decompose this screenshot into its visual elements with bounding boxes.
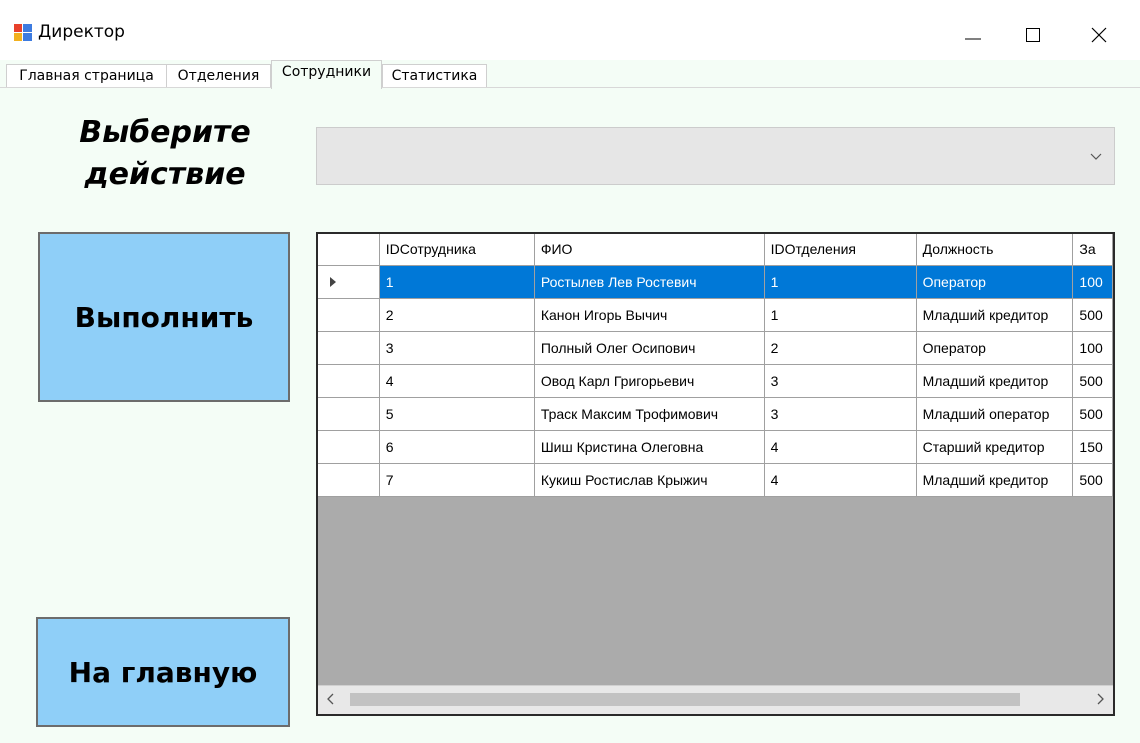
column-header-id[interactable]: IDСотрудника: [379, 234, 535, 266]
dept-id-cell[interactable]: 3: [764, 397, 917, 431]
id-cell[interactable]: 6: [379, 430, 535, 464]
scroll-left-icon[interactable]: [326, 692, 336, 706]
scrollbar-thumb[interactable]: [350, 693, 1020, 706]
chevron-down-icon: [1090, 153, 1102, 160]
tab-strip: Главная страница Отделения Сотрудники Ст…: [0, 60, 1140, 89]
id-cell[interactable]: 5: [379, 397, 535, 431]
maximize-button[interactable]: [1010, 14, 1056, 54]
id-cell[interactable]: 2: [379, 298, 535, 332]
row-header[interactable]: [318, 265, 380, 299]
close-icon: [1091, 27, 1107, 43]
position-cell[interactable]: Младший кредитор: [916, 364, 1074, 398]
dept-id-cell[interactable]: 1: [764, 298, 917, 332]
row-header[interactable]: [318, 463, 380, 497]
action-select[interactable]: [316, 127, 1115, 185]
fio-cell[interactable]: Кукиш Ростислав Крыжич: [534, 463, 765, 497]
scroll-right-icon[interactable]: [1095, 692, 1105, 706]
fio-cell[interactable]: Канон Игорь Вычич: [534, 298, 765, 332]
minimize-icon: [965, 38, 981, 40]
header-row: IDСотрудника ФИО IDОтделения Должность З…: [318, 234, 1113, 266]
row-header[interactable]: [318, 298, 380, 332]
row-header[interactable]: [318, 364, 380, 398]
action-heading-line2: действие: [84, 157, 246, 192]
position-cell[interactable]: Оператор: [916, 331, 1074, 365]
position-cell[interactable]: Старший кредитор: [916, 430, 1074, 464]
position-cell[interactable]: Оператор: [916, 265, 1074, 299]
table-row[interactable]: 7 Кукиш Ростислав Крыжич 4 Младший кредитор…: [318, 463, 1113, 497]
row-header-corner: [318, 234, 380, 266]
fio-cell[interactable]: Ростылев Лев Ростевич: [534, 265, 765, 299]
dept-id-cell[interactable]: 3: [764, 364, 917, 398]
id-cell[interactable]: 4: [379, 364, 535, 398]
column-header-fio[interactable]: ФИО: [534, 234, 765, 266]
dept-id-cell[interactable]: 2: [764, 331, 917, 365]
execute-button[interactable]: Выполнить: [38, 232, 290, 402]
id-cell[interactable]: 1: [379, 265, 535, 299]
tab-home[interactable]: Главная страница: [6, 64, 167, 88]
fio-cell[interactable]: Овод Карл Григорьевич: [534, 364, 765, 398]
salary-cell[interactable]: 500: [1072, 298, 1113, 332]
salary-cell[interactable]: 100: [1072, 331, 1113, 365]
window-title: Директор: [38, 22, 125, 42]
position-cell[interactable]: Младший кредитор: [916, 463, 1074, 497]
salary-cell[interactable]: 100: [1072, 265, 1113, 299]
tab-departments[interactable]: Отделения: [166, 64, 271, 88]
salary-cell[interactable]: 500: [1072, 463, 1113, 497]
dept-id-cell[interactable]: 4: [764, 463, 917, 497]
id-cell[interactable]: 3: [379, 331, 535, 365]
dept-id-cell[interactable]: 1: [764, 265, 917, 299]
table-row[interactable]: 1 Ростылев Лев Ростевич 1 Оператор 100: [318, 265, 1113, 299]
salary-cell[interactable]: 500: [1072, 364, 1113, 398]
fio-cell[interactable]: Шиш Кристина Олеговна: [534, 430, 765, 464]
table-row[interactable]: 6 Шиш Кристина Олеговна 4 Старший кредитор 1…: [318, 430, 1113, 464]
position-cell[interactable]: Младший кредитор: [916, 298, 1074, 332]
table-row[interactable]: 4 Овод Карл Григорьевич 3 Младший кредитор 5…: [318, 364, 1113, 398]
tab-employees[interactable]: Сотрудники: [271, 60, 382, 89]
tab-statistics[interactable]: Статистика: [382, 64, 487, 88]
column-header-salary[interactable]: За: [1072, 234, 1113, 266]
id-cell[interactable]: 7: [379, 463, 535, 497]
action-heading: Выберите действие: [50, 112, 280, 196]
row-header[interactable]: [318, 397, 380, 431]
table-row[interactable]: 5 Траск Максим Трофимович 3 Младший операто…: [318, 397, 1113, 431]
fio-cell[interactable]: Траск Максим Трофимович: [534, 397, 765, 431]
minimize-button[interactable]: [950, 14, 996, 54]
row-header[interactable]: [318, 430, 380, 464]
horizontal-scrollbar[interactable]: [318, 685, 1113, 714]
position-cell[interactable]: Младший оператор: [916, 397, 1074, 431]
column-header-position[interactable]: Должность: [916, 234, 1074, 266]
row-header[interactable]: [318, 331, 380, 365]
action-heading-line1: Выберите: [79, 115, 251, 150]
go-home-button[interactable]: На главную: [36, 617, 290, 727]
salary-cell[interactable]: 500: [1072, 397, 1113, 431]
employees-grid[interactable]: IDСотрудника ФИО IDОтделения Должность З…: [316, 232, 1115, 716]
title-bar: Директор: [0, 0, 1140, 60]
table-row[interactable]: 3 Полный Олег Осипович 2 Оператор 100: [318, 331, 1113, 365]
app-icon: [14, 24, 32, 41]
dept-id-cell[interactable]: 4: [764, 430, 917, 464]
current-row-icon: [330, 276, 336, 287]
column-header-dept-id[interactable]: IDОтделения: [764, 234, 917, 266]
close-button[interactable]: [1076, 14, 1122, 54]
fio-cell[interactable]: Полный Олег Осипович: [534, 331, 765, 365]
table-row[interactable]: 2 Канон Игорь Вычич 1 Младший кредитор 500: [318, 298, 1113, 332]
salary-cell[interactable]: 150: [1072, 430, 1113, 464]
maximize-icon: [1026, 28, 1040, 42]
employees-table: IDСотрудника ФИО IDОтделения Должность З…: [318, 234, 1113, 497]
